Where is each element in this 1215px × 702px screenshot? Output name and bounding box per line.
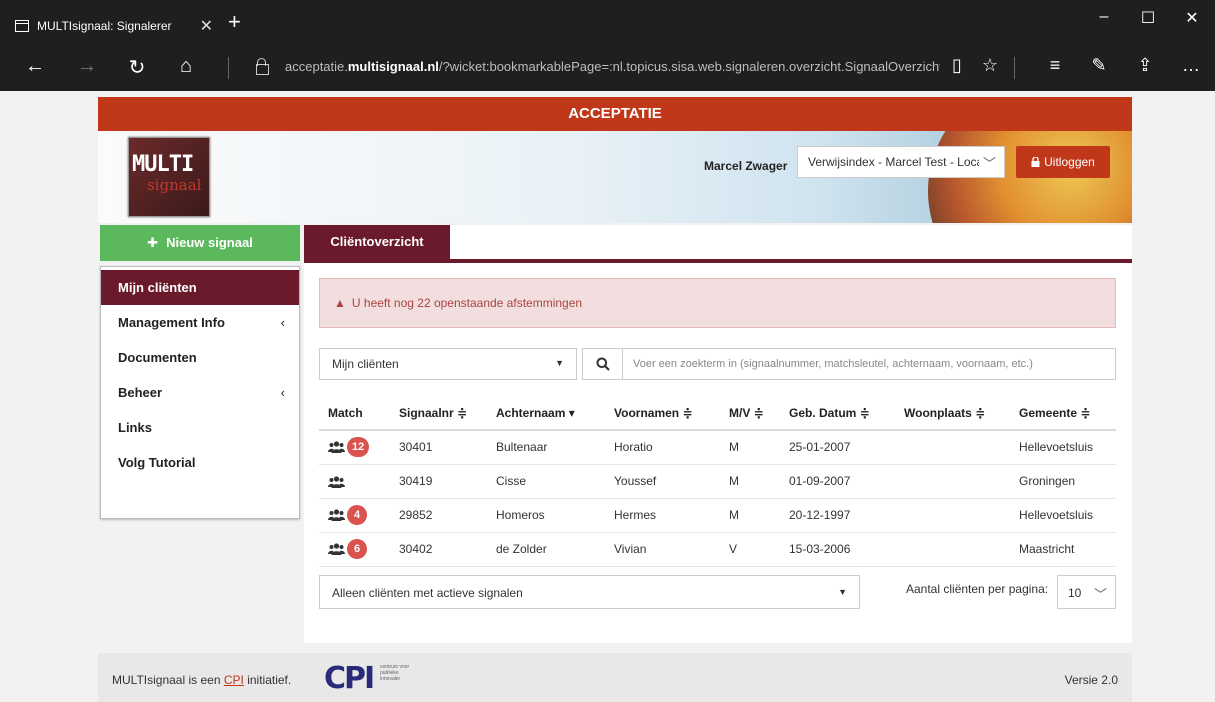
sidebar-item-documenten[interactable]: Documenten: [101, 340, 299, 375]
caret-down-icon: ▼: [555, 358, 564, 368]
users-icon: [328, 441, 345, 454]
browser-tab-bar: MULTIsignaal: Signalerer ✕ + – ☐ ✕: [0, 0, 1215, 45]
col-signaalnr[interactable]: Signaalnr ≑: [390, 396, 487, 431]
url-field[interactable]: acceptatie.multisignaal.nl/?wicket:bookm…: [285, 59, 940, 74]
table-row[interactable]: 30419 Cisse Youssef M 01-09-2007 Groning…: [319, 464, 1116, 499]
main-content: ▲ U heeft nog 22 openstaande afstemmingen…: [304, 263, 1132, 643]
user-name: Marcel Zwager: [704, 159, 788, 173]
page-icon: [15, 20, 29, 32]
sidebar-item-management-info[interactable]: Management Info ‹: [101, 305, 299, 340]
separator: [1014, 57, 1015, 79]
forward-icon[interactable]: →: [72, 55, 102, 78]
footer: MULTIsignaal is een CPI initiatief. CPI …: [98, 653, 1132, 702]
match-badge: 4: [347, 505, 367, 525]
col-mv[interactable]: M/V ≑: [720, 396, 780, 431]
table-row[interactable]: 12 30401 Bultenaar Horatio M 25-01-2007 …: [319, 430, 1116, 465]
logout-button[interactable]: Uitloggen: [1016, 146, 1110, 178]
users-icon: [328, 509, 345, 521]
maximize-icon[interactable]: ☐: [1128, 8, 1168, 28]
lock-icon: [256, 58, 269, 75]
col-geb-datum[interactable]: Geb. Datum ≑: [780, 396, 895, 431]
new-signal-button[interactable]: ✚ Nieuw signaal: [100, 225, 300, 261]
sidebar-item-beheer[interactable]: Beheer ‹: [101, 375, 299, 410]
multisignaal-logo[interactable]: MULTI signaal: [128, 137, 210, 217]
cpi-link[interactable]: CPI: [224, 673, 244, 687]
search-icon: [596, 357, 610, 371]
sidebar: Mijn cliënten Management Info ‹ Documente…: [100, 266, 300, 519]
col-achternaam[interactable]: Achternaam ▾: [487, 396, 605, 431]
refresh-icon[interactable]: ↻: [122, 55, 152, 80]
match-badge: 12: [347, 437, 370, 458]
lock-icon: [1031, 156, 1040, 167]
home-icon[interactable]: ⌂: [171, 55, 201, 78]
per-page-label: Aantal cliënten per pagina:: [906, 582, 1049, 596]
verwijsindex-select[interactable]: Verwijsindex - Marcel Test - Locatie ﹀: [797, 146, 1005, 178]
browser-tab[interactable]: MULTIsignaal: Signalerer ✕: [7, 7, 221, 45]
version-label: Versie 2.0: [1064, 673, 1118, 687]
web-note-icon[interactable]: ✎: [1084, 55, 1114, 76]
new-tab-icon[interactable]: +: [228, 9, 241, 35]
page: ACCEPTATIE MULTI signaal Marcel Zwager V…: [8, 91, 1207, 702]
environment-banner: ACCEPTATIE: [98, 97, 1132, 131]
share-icon[interactable]: ⇪: [1130, 55, 1160, 76]
alert-message: ▲ U heeft nog 22 openstaande afstemmingen: [319, 278, 1116, 328]
search-input[interactable]: Voer een zoekterm in (signaalnummer, mat…: [622, 348, 1116, 380]
footer-text: MULTIsignaal is een CPI initiatief.: [112, 673, 292, 687]
close-tab-icon[interactable]: ✕: [200, 16, 213, 36]
col-voornamen[interactable]: Voornamen ≑: [605, 396, 720, 431]
tab-clientoverzicht[interactable]: Cliëntoverzicht: [304, 225, 450, 259]
browser-tab-title: MULTIsignaal: Signalerer: [37, 19, 172, 33]
users-icon: [328, 476, 345, 488]
warning-icon: ▲: [334, 296, 346, 310]
chevron-left-icon: ‹: [280, 315, 285, 330]
col-woonplaats[interactable]: Woonplaats ≑: [895, 396, 1010, 431]
search-button[interactable]: [582, 348, 622, 380]
chevron-down-icon: ﹀: [1093, 587, 1107, 602]
col-gemeente[interactable]: Gemeente ≑: [1010, 396, 1116, 431]
sidebar-item-volg-tutorial[interactable]: Volg Tutorial: [101, 445, 299, 480]
table-row[interactable]: 4 29852 Homeros Hermes M 20-12-1997 Hell…: [319, 498, 1116, 533]
cpi-logo-subtitle: centrum voor publieke innovatie: [380, 664, 410, 682]
cpi-logo: CPI: [324, 661, 375, 696]
col-match[interactable]: Match: [319, 396, 390, 431]
match-badge: 6: [347, 539, 367, 559]
chevron-down-icon: ﹀: [978, 153, 996, 172]
sidebar-item-mijn-clienten[interactable]: Mijn cliënten: [101, 270, 299, 305]
client-filter-select[interactable]: Mijn cliënten ▼: [319, 348, 577, 380]
chevron-left-icon: ‹: [280, 385, 285, 400]
table-row[interactable]: 6 30402 de Zolder Vivian V 15-03-2006 Ma…: [319, 532, 1116, 567]
window-close-icon[interactable]: ✕: [1172, 8, 1212, 28]
active-signals-select[interactable]: Alleen cliënten met actieve signalen ▼: [319, 575, 860, 609]
hub-icon[interactable]: ≡: [1040, 55, 1070, 76]
separator: [228, 57, 229, 79]
caret-down-icon: ▼: [838, 587, 847, 597]
users-icon: [328, 543, 345, 555]
browser-address-bar: ← → ↻ ⌂ acceptatie.multisignaal.nl/?wick…: [0, 45, 1215, 91]
minimize-icon[interactable]: –: [1084, 8, 1124, 26]
sidebar-item-links[interactable]: Links: [101, 410, 299, 445]
tab-strip: Cliëntoverzicht: [304, 225, 1132, 263]
back-icon[interactable]: ←: [20, 55, 50, 78]
reading-view-icon[interactable]: ▯: [942, 55, 972, 76]
plus-icon: ✚: [147, 235, 159, 250]
client-table: Match Signaalnr ≑ Achternaam ▾ Voornamen…: [319, 396, 1116, 567]
more-icon[interactable]: …: [1176, 55, 1206, 76]
favorite-star-icon[interactable]: ☆: [975, 55, 1005, 76]
per-page-select[interactable]: 10 ﹀: [1057, 575, 1116, 609]
